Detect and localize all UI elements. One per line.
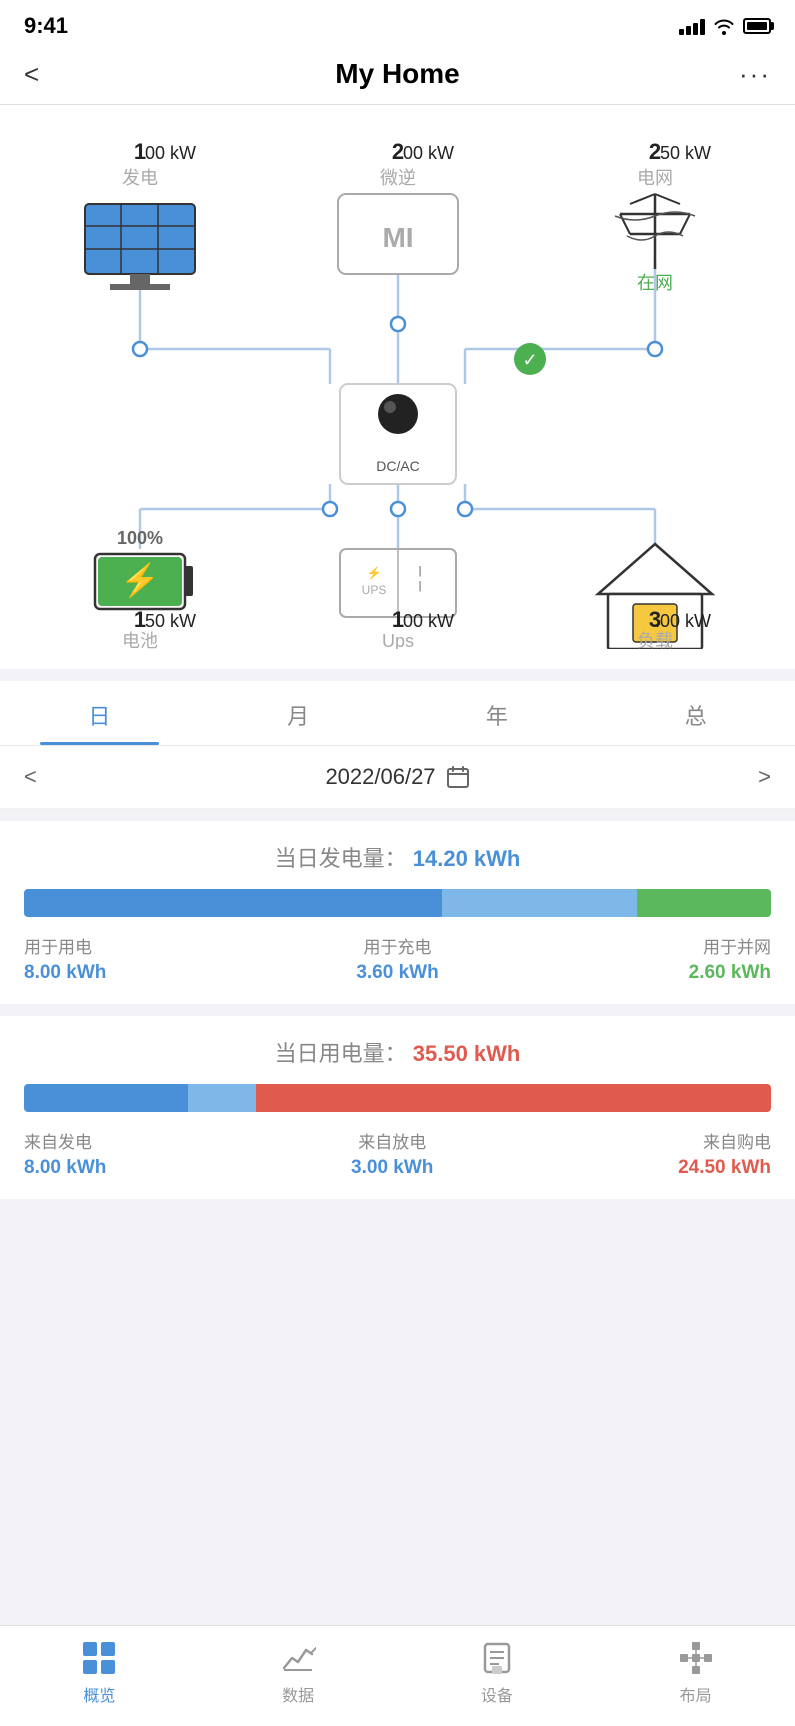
generation-bar bbox=[24, 889, 771, 917]
grid-export-label-group: 用于并网 2.60 kWh bbox=[689, 933, 771, 984]
grid-export-label: 用于并网 bbox=[703, 933, 771, 958]
svg-text:100%: 100% bbox=[117, 528, 163, 548]
date-display: 2022/06/27 bbox=[325, 764, 469, 790]
consumption-stats-panel: 当日用电量： 35.50 kWh 来自发电 8.00 kWh 来自放电 3.00… bbox=[0, 1016, 795, 1199]
device-label: 设备 bbox=[481, 1682, 513, 1706]
svg-text:⚡: ⚡ bbox=[367, 566, 382, 580]
usage-label: 用于用电 bbox=[24, 933, 92, 958]
bottom-tabbar: 概览 数据 设备 布局 bbox=[0, 1625, 795, 1726]
layout-label: 布局 bbox=[680, 1682, 712, 1706]
discharge-segment bbox=[188, 1084, 255, 1112]
tab-device[interactable]: 设备 bbox=[398, 1640, 597, 1706]
tab-day[interactable]: 日 bbox=[0, 681, 199, 745]
usage-value: 8.00 kWh bbox=[24, 962, 106, 984]
overview-label: 概览 bbox=[83, 1682, 115, 1706]
svg-text:|: | bbox=[419, 580, 422, 592]
calendar-icon[interactable] bbox=[446, 765, 470, 789]
svg-text:DC/AC: DC/AC bbox=[376, 458, 420, 474]
overview-icon bbox=[81, 1640, 117, 1676]
from-grid-value: 24.50 kWh bbox=[678, 1157, 771, 1179]
svg-text:电池: 电池 bbox=[122, 631, 158, 649]
svg-text:Ups: Ups bbox=[382, 631, 414, 649]
solar-consumption-segment bbox=[24, 1084, 188, 1112]
generation-value: 14.20 kWh bbox=[413, 846, 521, 871]
charge-segment bbox=[442, 889, 636, 917]
date-next-button[interactable]: > bbox=[758, 764, 771, 790]
status-icons bbox=[679, 17, 771, 35]
from-grid-label: 来自购电 bbox=[703, 1128, 771, 1153]
energy-flow-panel: ✓ DC/AC 1 .00 kW 发电 bbox=[0, 105, 795, 669]
generation-title: 当日发电量： 14.20 kWh bbox=[24, 841, 771, 873]
purchase-segment bbox=[256, 1084, 771, 1112]
charge-label-group: 用于充电 3.60 kWh bbox=[356, 933, 438, 984]
svg-text:电网: 电网 bbox=[637, 168, 673, 188]
tab-data[interactable]: 数据 bbox=[199, 1640, 398, 1706]
tab-year[interactable]: 年 bbox=[398, 681, 597, 745]
consumption-value: 35.50 kWh bbox=[413, 1041, 521, 1066]
tab-overview[interactable]: 概览 bbox=[0, 1640, 199, 1706]
svg-text:.50 kW: .50 kW bbox=[140, 611, 196, 631]
svg-text:MI: MI bbox=[382, 222, 413, 253]
page-title: My Home bbox=[335, 58, 459, 90]
grid-segment bbox=[637, 889, 771, 917]
from-discharge-label: 来自放电 bbox=[358, 1128, 426, 1153]
nav-bar: < My Home ··· bbox=[0, 48, 795, 105]
svg-text:微逆: 微逆 bbox=[380, 168, 416, 188]
svg-text:.00 kW: .00 kW bbox=[140, 143, 196, 163]
from-solar-value: 8.00 kWh bbox=[24, 1157, 106, 1179]
more-button[interactable]: ··· bbox=[731, 59, 771, 90]
charge-label: 用于充电 bbox=[364, 933, 432, 958]
date-prev-button[interactable]: < bbox=[24, 764, 37, 790]
tab-total[interactable]: 总 bbox=[596, 681, 795, 745]
data-label: 数据 bbox=[282, 1682, 314, 1706]
svg-text:⚡: ⚡ bbox=[120, 562, 160, 599]
svg-text:UPS: UPS bbox=[362, 583, 387, 597]
svg-text:.00 kW: .00 kW bbox=[398, 143, 454, 163]
from-solar-label-group: 来自发电 8.00 kWh bbox=[24, 1128, 106, 1179]
tab-month[interactable]: 月 bbox=[199, 681, 398, 745]
svg-text:发电: 发电 bbox=[122, 168, 158, 188]
svg-text:.00 kW: .00 kW bbox=[398, 611, 454, 631]
generation-stats-panel: 当日发电量： 14.20 kWh 用于用电 8.00 kWh 用于充电 3.60… bbox=[0, 821, 795, 1004]
from-discharge-value: 3.00 kWh bbox=[351, 1157, 433, 1179]
usage-label-group: 用于用电 8.00 kWh bbox=[24, 933, 106, 984]
period-tabs: 日 月 年 总 < 2022/06/27 bbox=[0, 681, 795, 809]
status-bar: 9:41 bbox=[0, 0, 795, 48]
date-navigation: < 2022/06/27 > bbox=[0, 746, 795, 809]
tab-layout[interactable]: 布局 bbox=[596, 1640, 795, 1706]
svg-text:负载: 负载 bbox=[637, 631, 673, 649]
status-time: 9:41 bbox=[24, 13, 68, 39]
charge-value: 3.60 kWh bbox=[356, 962, 438, 984]
consumption-bar bbox=[24, 1084, 771, 1112]
tabs-row: 日 月 年 总 bbox=[0, 681, 795, 746]
data-icon bbox=[280, 1640, 316, 1676]
svg-text:|: | bbox=[419, 565, 422, 577]
svg-text:.00 kW: .00 kW bbox=[655, 611, 711, 631]
svg-text:在网: 在网 bbox=[637, 273, 673, 293]
from-solar-label: 来自发电 bbox=[24, 1128, 92, 1153]
consumption-title: 当日用电量： 35.50 kWh bbox=[24, 1036, 771, 1068]
layout-icon bbox=[678, 1640, 714, 1676]
generation-labels: 用于用电 8.00 kWh 用于充电 3.60 kWh 用于并网 2.60 kW… bbox=[24, 933, 771, 984]
usage-segment bbox=[24, 889, 442, 917]
signal-icon bbox=[679, 17, 705, 35]
svg-text:.50 kW: .50 kW bbox=[655, 143, 711, 163]
consumption-labels: 来自发电 8.00 kWh 来自放电 3.00 kWh 来自购电 24.50 k… bbox=[24, 1128, 771, 1179]
grid-export-value: 2.60 kWh bbox=[689, 962, 771, 984]
back-button[interactable]: < bbox=[24, 59, 64, 90]
wifi-icon bbox=[713, 17, 735, 35]
flow-diagram: ✓ DC/AC 1 .00 kW 发电 bbox=[20, 129, 775, 649]
svg-text:✓: ✓ bbox=[522, 350, 537, 370]
device-icon bbox=[479, 1640, 515, 1676]
battery-status-icon bbox=[743, 18, 771, 34]
from-discharge-label-group: 来自放电 3.00 kWh bbox=[351, 1128, 433, 1179]
from-grid-label-group: 来自购电 24.50 kWh bbox=[678, 1128, 771, 1179]
